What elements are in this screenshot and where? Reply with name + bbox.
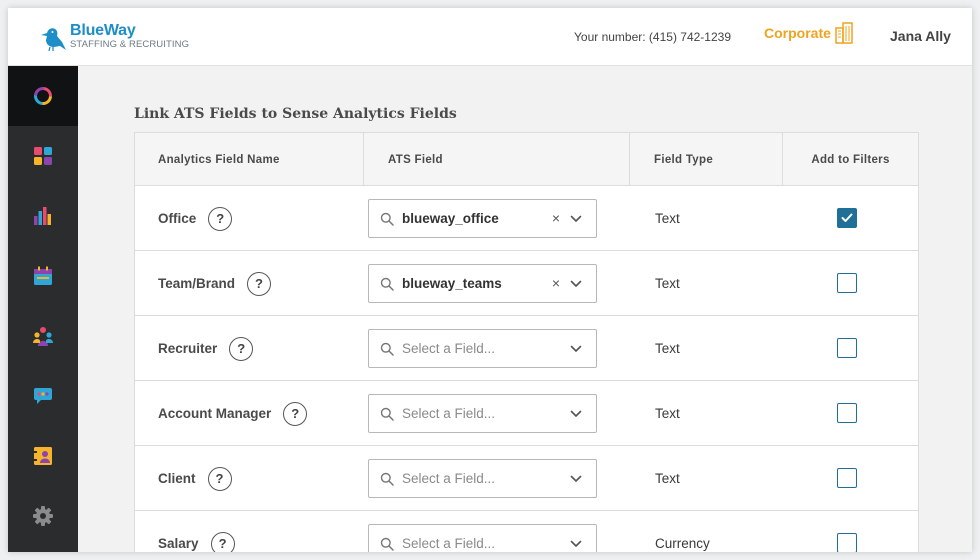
bar-chart-icon: [34, 207, 51, 225]
page-title: Link ATS Fields to Sense Analytics Field…: [134, 106, 457, 122]
add-to-filters-checkbox[interactable]: [837, 403, 857, 423]
field-type: Text: [655, 406, 680, 421]
help-icon[interactable]: ?: [210, 531, 235, 552]
clear-selection-icon[interactable]: ×: [552, 210, 560, 226]
column-header-field-type: Field Type: [630, 133, 783, 186]
ats-field-select[interactable]: blueway_office ×: [368, 199, 597, 238]
checkmark-icon: [841, 213, 853, 222]
search-icon: [380, 537, 394, 551]
field-type: Text: [655, 276, 680, 291]
help-icon[interactable]: ?: [247, 271, 272, 296]
analytics-field-name: Account Manager ?: [158, 381, 308, 446]
dashboard-tiles-icon: [34, 147, 52, 165]
column-header-ats-field: ATS Field: [364, 133, 630, 186]
analytics-field-name: Client ?: [158, 446, 232, 511]
top-header: BlueWay STAFFING & RECRUITING Your numbe…: [8, 8, 972, 66]
selected-ats-field: blueway_teams: [402, 276, 502, 291]
add-to-filters-checkbox[interactable]: [837, 208, 857, 228]
select-placeholder: Select a Field...: [402, 536, 496, 551]
sidebar-item-reports[interactable]: [8, 186, 78, 246]
add-to-filters-checkbox[interactable]: [837, 338, 857, 358]
ats-field-select[interactable]: Select a Field...: [368, 329, 597, 368]
search-icon: [380, 407, 394, 421]
calendar-icon: [34, 266, 52, 285]
analytics-field-name: Salary ?: [158, 511, 235, 552]
field-type: Text: [655, 341, 680, 356]
logo-name: BlueWay: [70, 22, 136, 39]
help-icon[interactable]: ?: [207, 466, 232, 491]
select-placeholder: Select a Field...: [402, 471, 496, 486]
ats-field-select[interactable]: Select a Field...: [368, 524, 597, 552]
search-icon: [380, 277, 394, 291]
analytics-field-name: Office ?: [158, 186, 233, 251]
user-menu[interactable]: Jana Ally: [890, 28, 951, 44]
sidebar-item-analytics[interactable]: [8, 66, 78, 126]
search-icon: [380, 472, 394, 486]
help-icon[interactable]: ?: [208, 206, 233, 231]
chevron-down-icon[interactable]: [570, 474, 582, 484]
table-row: Office ? blueway_office × Text: [135, 186, 918, 251]
field-name-label: Client: [158, 471, 196, 486]
sidebar-item-people[interactable]: [8, 306, 78, 366]
chevron-down-icon[interactable]: [570, 279, 582, 289]
field-mapping-table: Analytics Field Name ATS Field Field Typ…: [134, 132, 919, 552]
help-icon[interactable]: ?: [283, 401, 308, 426]
chevron-down-icon[interactable]: [570, 344, 582, 354]
sidebar-item-settings[interactable]: [8, 486, 78, 546]
add-to-filters-checkbox[interactable]: [837, 533, 857, 552]
field-name-label: Recruiter: [158, 341, 218, 356]
table-row: Salary ? Select a Field... Currency: [135, 511, 918, 552]
table-row: Account Manager ? Select a Field... Text: [135, 381, 918, 446]
search-icon: [380, 342, 394, 356]
chevron-down-icon[interactable]: [570, 214, 582, 224]
add-to-filters-checkbox[interactable]: [837, 273, 857, 293]
chevron-down-icon[interactable]: [570, 409, 582, 419]
field-type: Text: [655, 471, 680, 486]
help-icon[interactable]: ?: [229, 336, 254, 361]
field-name-label: Team/Brand: [158, 276, 236, 291]
table-row: Client ? Select a Field... Text: [135, 446, 918, 511]
select-placeholder: Select a Field...: [402, 341, 496, 356]
chevron-down-icon[interactable]: [570, 539, 582, 549]
bird-logo-icon: [41, 28, 66, 52]
table-row: Team/Brand ? blueway_teams × Text: [135, 251, 918, 316]
field-type: Text: [655, 211, 680, 226]
sidebar-nav: [8, 66, 78, 552]
field-name-label: Office: [158, 211, 197, 226]
sidebar-item-messages[interactable]: [8, 366, 78, 426]
ats-field-select[interactable]: blueway_teams ×: [368, 264, 597, 303]
phone-number: Your number: (415) 742-1239: [574, 30, 731, 44]
analytics-field-name: Team/Brand ?: [158, 251, 272, 316]
sidebar-item-dashboard[interactable]: [8, 126, 78, 186]
search-icon: [380, 212, 394, 226]
blueway-logo[interactable]: BlueWay STAFFING & RECRUITING: [38, 22, 189, 52]
table-row: Recruiter ? Select a Field... Text: [135, 316, 918, 381]
ats-field-select[interactable]: Select a Field...: [368, 394, 597, 433]
analytics-field-name: Recruiter ?: [158, 316, 254, 381]
field-type: Currency: [655, 536, 710, 551]
ring-chart-icon: [34, 87, 52, 105]
corporate-label: Corporate: [764, 25, 831, 41]
gear-icon: [33, 506, 53, 526]
sidebar-item-calendar[interactable]: [8, 246, 78, 306]
contact-card-icon: [34, 447, 52, 465]
column-header-add-to-filters: Add to Filters: [811, 153, 890, 166]
building-icon: [835, 22, 853, 44]
field-name-label: Account Manager: [158, 406, 272, 421]
field-name-label: Salary: [158, 536, 199, 551]
corporate-switcher[interactable]: Corporate: [764, 22, 853, 44]
clear-selection-icon[interactable]: ×: [552, 275, 560, 291]
selected-ats-field: blueway_office: [402, 211, 499, 226]
people-group-icon: [33, 327, 53, 346]
logo-subtitle: STAFFING & RECRUITING: [70, 39, 190, 50]
table-header: Analytics Field Name ATS Field Field Typ…: [135, 133, 918, 186]
ats-field-select[interactable]: Select a Field...: [368, 459, 597, 498]
main-content: Link ATS Fields to Sense Analytics Field…: [78, 66, 972, 552]
app-window: BlueWay STAFFING & RECRUITING Your numbe…: [8, 8, 972, 552]
select-placeholder: Select a Field...: [402, 406, 496, 421]
column-header-analytics-field-name: Analytics Field Name: [135, 133, 364, 186]
sidebar-item-contacts[interactable]: [8, 426, 78, 486]
chat-bubble-icon: [34, 388, 52, 404]
add-to-filters-checkbox[interactable]: [837, 468, 857, 488]
